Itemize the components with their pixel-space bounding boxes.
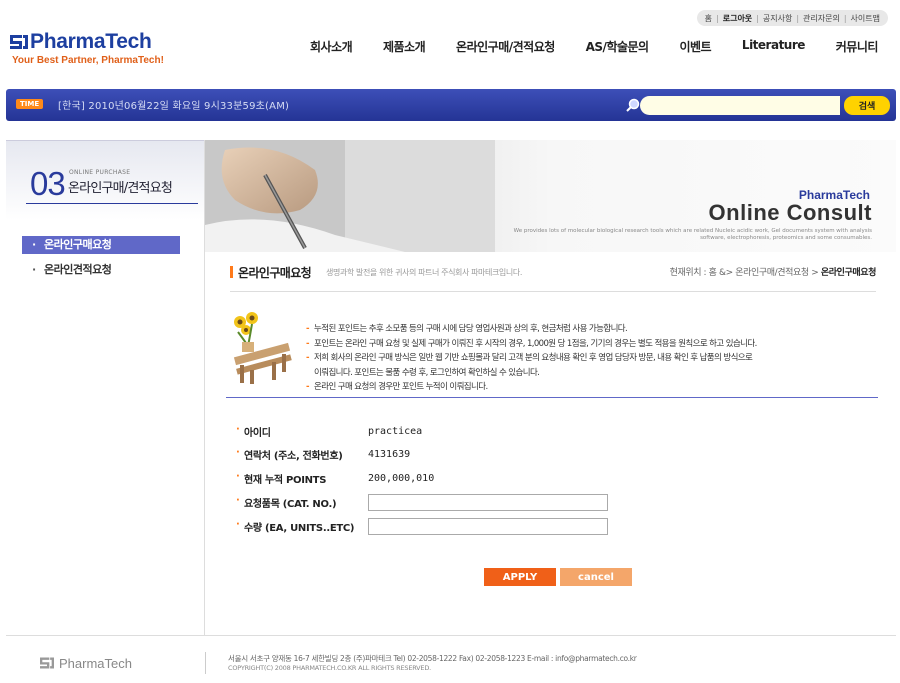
search-button[interactable]: 검색 [844,96,890,115]
footer-logo-name: PharmaTech [59,656,132,671]
form-row-item: 요청품목 (CAT. NO.) [236,493,608,511]
contact-value: 4131639 [368,448,411,460]
page-header: 온라인구매요청 생명과학 발전을 위한 귀사의 파트너 주식회사 파마테크입니다… [230,262,876,292]
logo-name: PharmaTech [30,30,152,53]
divider: | [796,13,800,23]
clock-text: [한국] 2010년06월22일 화요일 9시33분59초(AM) [58,101,290,112]
left-panel: 03 ONLINE PURCHASE 온라인구매/견적요청 온라인구매요청 온라… [6,140,204,630]
notice-item: 온라인 구매 요청의 경우만 포인트 누적이 이뤄집니다. [306,380,757,395]
points-value: 200,000,010 [368,472,435,484]
id-value: practicea [368,425,423,437]
section-number: 03 [30,165,66,202]
util-sitemap-link[interactable]: 사이트맵 [851,13,880,24]
divider [6,635,896,636]
banner-title: Online Consult [708,200,872,225]
form-row-points: 현재 누적 POINTS 200,000,010 [236,469,434,487]
notice-item: 포인트는 온라인 구매 요청 및 실제 구매가 이뤄진 후 시작의 경우, 1,… [306,337,757,352]
nav-community[interactable]: 커뮤니티 [836,38,879,55]
submenu-online-purchase[interactable]: 온라인구매요청 [22,236,180,254]
notice-item: 이뤄집니다. 포인트는 물품 수령 후, 로그인하여 확인하실 수 있습니다. [314,367,540,378]
notice-box: 누적된 포인트는 추후 소모품 등의 구매 시에 담당 영업사원과 상의 후, … [226,310,878,398]
form-row-qty: 수량 (EA, UNITS..ETC) [236,517,608,535]
section-en-label: ONLINE PURCHASE [69,169,131,176]
cancel-button[interactable]: cancel [560,568,632,586]
global-nav: 회사소개 제품소개 온라인구매/견적요청 AS/학술문의 이벤트 Literat… [310,38,878,55]
page-subtitle: 생명과학 발전을 위한 귀사의 파트너 주식회사 파마테크입니다. [326,268,522,277]
divider [205,652,206,674]
notice-item: 누적된 포인트는 추후 소모품 등의 구매 시에 담당 영업사원과 상의 후, … [306,322,757,337]
breadcrumb: 현재위치 : 홈 &> 온라인구매/견적요청 > 온라인구매요청 [669,265,877,278]
logo-mark-icon [40,657,54,669]
search-icon [626,98,640,112]
util-logout-link[interactable]: 로그아웃 [723,13,752,24]
time-search-bar: TIME [한국] 2010년06월22일 화요일 9시33분59초(AM) 검… [6,89,896,121]
notice-list: 누적된 포인트는 추후 소모품 등의 구매 시에 담당 영업사원과 상의 후, … [306,322,757,395]
submenu-online-quote[interactable]: 온라인견적요청 [22,261,180,279]
util-admin-link[interactable]: 관리자문의 [803,13,840,24]
divider: | [756,13,759,23]
title-bar-accent [230,266,233,278]
qty-label: 수량 (EA, UNITS..ETC) [236,519,368,534]
logo-mark-icon [10,35,28,49]
divider [26,203,198,204]
breadcrumb-current: 온라인구매요청 [820,268,877,278]
section-title: 온라인구매/견적요청 [68,181,173,196]
nav-as-inquiry[interactable]: AS/학술문의 [586,38,649,55]
writing-hand-image [205,140,495,252]
logo[interactable]: PharmaTech Your Best Partner, PharmaTech… [8,30,164,66]
divider: | [716,13,719,23]
nav-literature[interactable]: Literature [742,38,806,55]
flower-bench-image [233,312,292,384]
page-title: 온라인구매요청 [238,266,312,280]
id-label: 아이디 [236,424,368,439]
util-home-link[interactable]: 홈 [705,13,712,24]
notice-item: 저희 회사의 온라인 구매 방식은 일반 웹 기반 쇼핑몰과 달리 고객 분의 … [306,351,757,366]
banner-description: We provides lots of molecular biological… [513,228,872,241]
form-row-id: 아이디 practicea [236,422,422,440]
footer-address: 서울시 서초구 양재동 16-7 세한빌딩 2층 (주)파마테크 Tel) 02… [228,654,637,663]
util-notice-link[interactable]: 공지사항 [763,13,792,24]
time-badge: TIME [16,99,44,109]
logo-tagline: Your Best Partner, PharmaTech! [12,55,164,66]
banner: PharmaTech Online Consult We provides lo… [205,140,896,252]
divider: | [843,13,847,23]
points-label: 현재 누적 POINTS [236,471,368,486]
breadcrumb-path: 현재위치 : 홈 &> 온라인구매/견적요청 > [669,268,821,278]
nav-company[interactable]: 회사소개 [310,38,353,55]
nav-event[interactable]: 이벤트 [679,38,711,55]
item-input[interactable] [368,493,608,511]
apply-button[interactable]: APPLY [484,568,556,586]
qty-input[interactable] [368,517,608,535]
utility-nav: 홈 | 로그아웃 | 공지사항 | 관리자문의 | 사이트맵 [696,10,888,26]
nav-products[interactable]: 제품소개 [383,38,426,55]
form-row-contact: 연락처 (주소, 전화번호) 4131639 [236,445,410,463]
footer-copyright: COPYRIGHT(C) 2008 PHARMATECH.CO.KR ALL R… [228,664,432,672]
contact-label: 연락처 (주소, 전화번호) [236,447,368,462]
item-label: 요청품목 (CAT. NO.) [236,495,368,510]
search-input[interactable] [640,96,840,115]
footer-logo: PharmaTech [38,656,132,671]
nav-online-purchase[interactable]: 온라인구매/견적요청 [456,38,555,55]
